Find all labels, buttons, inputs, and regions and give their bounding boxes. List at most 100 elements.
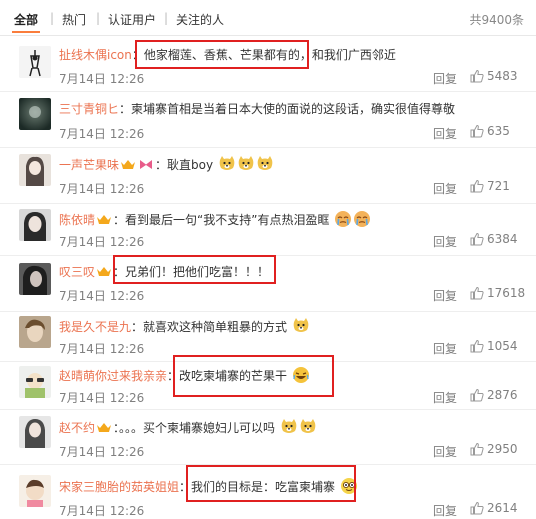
comment-line: 三寸青铜ヒ：柬埔寨首相是当着日本大使的面说的这段话，确实很值得尊敬: [59, 100, 455, 117]
highlight-box: [135, 40, 309, 69]
doge-emoji-icon: [292, 317, 310, 335]
username[interactable]: 扯线木偶icon: [59, 48, 132, 62]
tab-hot[interactable]: 热门: [62, 11, 86, 28]
like-count: 635: [487, 124, 510, 138]
like-count: 2614: [487, 501, 518, 515]
tab-following[interactable]: 关注的人: [176, 11, 224, 28]
username[interactable]: 赵不约: [59, 421, 95, 435]
comment-date: 7月14日 12:26: [59, 72, 145, 86]
reply-button[interactable]: 回复: [433, 389, 457, 406]
comment-text: 就喜欢这种简单粗暴的方式: [143, 320, 288, 334]
comment-date: 7月14日 12:26: [59, 445, 145, 459]
comment-text: 。。。买个柬埔寨媳妇儿可以吗: [119, 421, 276, 435]
like-count: 17618: [487, 286, 526, 300]
reply-button[interactable]: 回复: [433, 340, 457, 357]
thumbs-up-icon: [470, 286, 484, 303]
vip-badge-icon: [138, 159, 154, 170]
like-button[interactable]: 6384: [470, 232, 518, 249]
comment-total: 共9400条: [469, 13, 524, 27]
comment-date: 7月14日 12:26: [59, 391, 145, 405]
reply-button[interactable]: 回复: [433, 233, 457, 250]
comment-date: 7月14日 12:26: [59, 182, 145, 196]
username[interactable]: 赵晴萌你过来我亲亲: [59, 369, 167, 383]
avatar[interactable]: [19, 154, 51, 186]
colon: ：: [155, 158, 168, 172]
tab-divider: |: [164, 11, 169, 25]
username[interactable]: 陈依晴: [59, 213, 95, 227]
vip-badge-icon: [96, 266, 112, 277]
reply-button[interactable]: 回复: [433, 502, 457, 519]
like-count: 5483: [487, 69, 518, 83]
like-button[interactable]: 721: [470, 179, 510, 196]
comment-date: 7月14日 12:26: [59, 504, 145, 518]
comment-date: 7月14日 12:26: [59, 289, 145, 303]
comment-date: 7月14日 12:26: [59, 127, 145, 141]
like-count: 721: [487, 179, 510, 193]
vip-badge-icon: [120, 159, 136, 170]
reply-button[interactable]: 回复: [433, 125, 457, 142]
colon: ：: [113, 213, 126, 227]
highlight-box: [186, 465, 356, 502]
thumbs-up-icon: [470, 179, 484, 196]
avatar[interactable]: [19, 263, 51, 295]
vip-badge-icon: [96, 422, 112, 433]
doge-emoji-icon: [280, 418, 298, 436]
like-button[interactable]: 5483: [470, 69, 518, 86]
reply-button[interactable]: 回复: [433, 287, 457, 304]
tab-divider: |: [50, 11, 55, 25]
like-button[interactable]: 1054: [470, 339, 518, 356]
like-count: 2950: [487, 442, 518, 456]
like-button[interactable]: 2876: [470, 388, 518, 405]
avatar[interactable]: [19, 316, 51, 348]
username[interactable]: 我是久不是九: [59, 320, 131, 334]
username[interactable]: 叹三叹: [59, 265, 95, 279]
thumbs-up-icon: [470, 124, 484, 141]
colon: ：: [131, 320, 144, 334]
avatar[interactable]: [19, 366, 51, 398]
comment-item: 陈依晴 ：看到最后一句“我不支持”有点热泪盈眶 7月14日 12:26 回复 63…: [0, 204, 536, 256]
highlight-box: [113, 255, 276, 284]
comment-date: 7月14日 12:26: [59, 235, 145, 249]
comment-date: 7月14日 12:26: [59, 342, 145, 356]
colon: ：: [119, 102, 132, 116]
avatar[interactable]: [19, 416, 51, 448]
comment-line: 我是久不是九：就喜欢这种简单粗暴的方式: [59, 317, 310, 335]
reply-button[interactable]: 回复: [433, 180, 457, 197]
thumbs-up-icon: [470, 501, 484, 518]
like-button[interactable]: 635: [470, 124, 510, 141]
avatar[interactable]: [19, 475, 51, 507]
doge-emoji-icon: [218, 155, 236, 173]
reply-button[interactable]: 回复: [433, 443, 457, 460]
username[interactable]: 宋家三胞胎的茹英姐姐: [59, 480, 179, 494]
thumbs-up-icon: [470, 388, 484, 405]
thumbs-up-icon: [470, 442, 484, 459]
username[interactable]: 三寸青铜ヒ: [59, 102, 119, 116]
avatar[interactable]: [19, 209, 51, 241]
comment-item: 一声芒果味 ：耿直boy 7月14日 12:26 回复 721: [0, 148, 536, 204]
comment-text: 柬埔寨首相是当着日本大使的面说的这段话，确实很值得尊敬: [131, 102, 456, 116]
username[interactable]: 一声芒果味: [59, 158, 119, 172]
thumbs-up-icon: [470, 69, 484, 86]
thumbs-up-icon: [470, 339, 484, 356]
comment-text: 耿直boy: [167, 158, 214, 172]
doge-emoji-icon: [256, 155, 274, 173]
tab-verified[interactable]: 认证用户: [108, 11, 156, 28]
avatar[interactable]: [19, 46, 51, 78]
comment-line: 赵不约 ：。。。买个柬埔寨媳妇儿可以吗: [59, 418, 317, 436]
comment-item: 三寸青铜ヒ：柬埔寨首相是当着日本大使的面说的这段话，确实很值得尊敬 7月14日 …: [0, 92, 536, 148]
crying-emoji-icon: [334, 210, 352, 228]
like-button[interactable]: 17618: [470, 286, 525, 303]
reply-button[interactable]: 回复: [433, 70, 457, 87]
like-button[interactable]: 2614: [470, 501, 518, 518]
comment-item: 赵不约 ：。。。买个柬埔寨媳妇儿可以吗 7月14日 12:26 回复 2950: [0, 410, 536, 465]
active-tab-indicator: [12, 31, 40, 33]
avatar[interactable]: [19, 98, 51, 130]
like-count: 2876: [487, 388, 518, 402]
like-button[interactable]: 2950: [470, 442, 518, 459]
divider: [0, 35, 536, 36]
comment-line: 陈依晴 ：看到最后一句“我不支持”有点热泪盈眶: [59, 210, 371, 228]
like-count: 1054: [487, 339, 518, 353]
tab-all[interactable]: 全部: [14, 11, 38, 28]
comment-tabs: 全部 | 热门 | 认证用户 | 关注的人 共9400条: [0, 0, 536, 36]
doge-emoji-icon: [299, 418, 317, 436]
